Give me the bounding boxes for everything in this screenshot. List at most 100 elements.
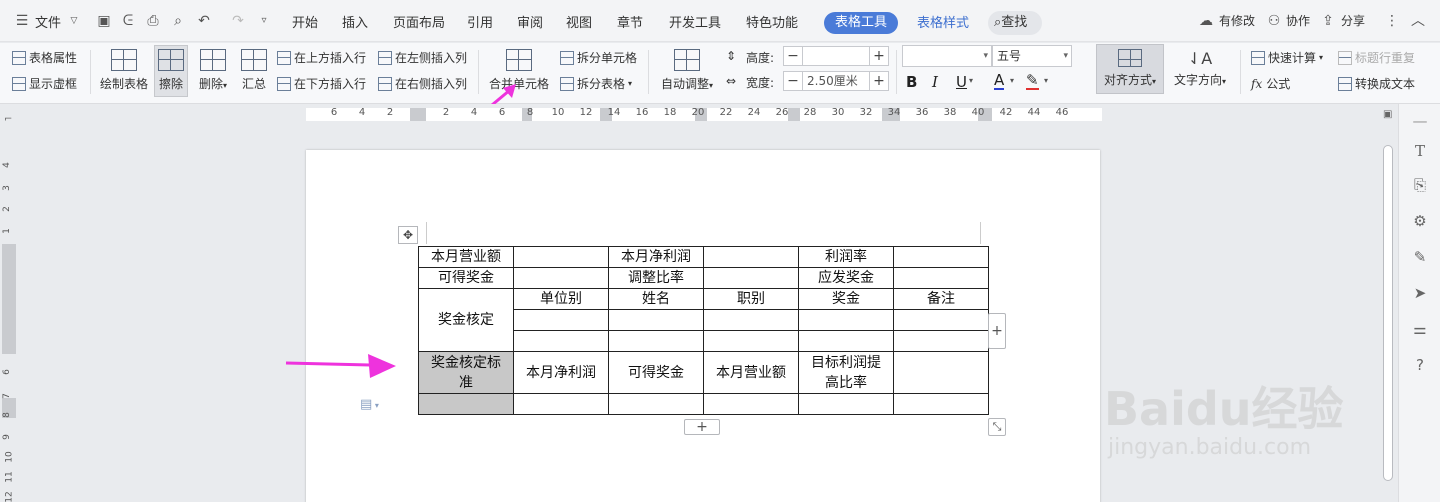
show-grid-button[interactable]: 显示虚框 [12,75,77,92]
draw-table-button[interactable]: 绘制表格 [98,49,150,92]
table-cell-selected[interactable] [418,393,514,415]
save-icon[interactable]: ▣ [96,13,112,29]
undo-icon[interactable]: ↶ [196,13,212,29]
quick-calc-button[interactable]: 快速计算 ▾ [1251,49,1323,66]
add-column-icon[interactable]: + [988,313,1006,349]
table-cell[interactable] [703,267,799,289]
table-cell[interactable]: 奖金 [798,288,894,310]
table-cell[interactable]: 本月净利润 [608,246,704,268]
collab-button[interactable]: 协作 [1286,12,1310,29]
table-cell[interactable]: 职别 [703,288,799,310]
repeat-title-button[interactable]: 标题行重复 [1338,49,1415,66]
redo-icon[interactable]: ↷ [230,13,246,29]
table-cell[interactable] [608,393,704,415]
insert-col-left-button[interactable]: 在左侧插入列 [378,49,467,66]
table-cell[interactable] [703,330,799,352]
table-cell[interactable]: 本月营业额 [418,246,514,268]
table-cell[interactable] [513,246,609,268]
convert-text-button[interactable]: 转换成文本 [1338,75,1415,92]
print-preview-icon[interactable]: ⌕ [170,13,186,29]
tab-references[interactable]: 引用 [467,12,493,31]
font-name-select[interactable]: ▾ [902,45,992,67]
table-cell[interactable]: 单位别 [513,288,609,310]
tab-start[interactable]: 开始 [292,12,318,31]
table-cell[interactable]: 姓名 [608,288,704,310]
table-cell[interactable] [513,267,609,289]
add-row-icon[interactable]: + [684,419,720,435]
minus-icon[interactable]: − [784,47,802,65]
width-input[interactable]: 2.50厘米 [802,72,870,90]
table-cell[interactable] [893,309,989,331]
table-cell[interactable] [608,330,704,352]
table-cell[interactable]: 利润率 [798,246,894,268]
table-cell[interactable]: 可得奖金 [608,351,704,394]
customize-icon[interactable]: ▿ [256,13,272,29]
collapse-icon[interactable]: — [1411,112,1429,130]
scroll-options-icon[interactable]: ▣ [1383,109,1392,120]
tab-review[interactable]: 审阅 [517,12,543,31]
modified-status[interactable]: 有修改 [1219,12,1255,29]
table-cell[interactable]: 调整比率 [608,267,704,289]
print-icon[interactable]: ⎙ [145,13,161,29]
insert-row-above-button[interactable]: 在上方插入行 [277,49,366,66]
table-cell[interactable] [893,267,989,289]
delete-button[interactable]: 删除▾ [195,49,231,92]
bold-button[interactable]: B [906,73,917,91]
page-settings-icon[interactable]: ⚙ [1411,212,1429,230]
collapse-ribbon-icon[interactable]: ︿ [1410,13,1426,29]
hamburger-icon[interactable]: ☰ [14,13,30,29]
summary-button[interactable]: 汇总 [240,49,268,92]
table-cell[interactable]: 目标利润提高比率 [798,351,894,394]
table-properties-button[interactable]: 表格属性 [12,49,77,66]
table-cell[interactable] [513,393,609,415]
document-table[interactable]: 本月营业额 本月净利润 利润率 可得奖金 调整比率 应发奖金 奖金核定 单位别 … [418,246,989,415]
table-cell[interactable]: 本月营业额 [703,351,799,394]
table-cell[interactable] [893,351,989,394]
minus-icon[interactable]: − [784,72,802,90]
highlight-icon[interactable]: ✎ [1026,72,1039,90]
table-cell[interactable] [798,309,894,331]
plus-icon[interactable]: + [870,72,888,90]
italic-button[interactable]: I [932,73,938,91]
table-cell[interactable] [608,309,704,331]
insert-row-below-button[interactable]: 在下方插入行 [277,75,366,92]
table-cell[interactable] [703,393,799,415]
table-cell[interactable] [798,330,894,352]
share-button[interactable]: 分享 [1341,12,1365,29]
align-button[interactable]: 对齐方式▾ [1096,44,1164,94]
pen-icon[interactable]: ✎ [1411,248,1429,266]
height-input[interactable] [802,47,870,65]
file-menu[interactable]: 文件 [35,12,61,31]
table-cell[interactable] [513,309,609,331]
search-button[interactable]: ⌕查找 [988,11,1042,35]
chevron-down-icon[interactable]: ▾ [1010,76,1014,85]
table-cell[interactable] [893,246,989,268]
underline-button[interactable]: U [956,73,967,91]
table-cell[interactable] [893,330,989,352]
document-icon[interactable]: ⎘ [1411,176,1429,194]
font-size-select[interactable]: 五号 ▾ [992,45,1072,67]
tab-developer[interactable]: 开发工具 [669,12,721,31]
table-cell[interactable] [703,309,799,331]
tab-page-layout[interactable]: 页面布局 [393,12,445,31]
text-style-icon[interactable]: T [1411,142,1429,160]
tab-chapter[interactable]: 章节 [617,12,643,31]
chevron-down-icon[interactable]: ▽ [66,13,82,29]
width-spinner[interactable]: −2.50厘米 + [783,71,889,91]
scrollbar-thumb[interactable] [1383,145,1393,481]
font-color-button[interactable]: A [994,73,1005,90]
split-table-button[interactable]: 拆分表格 ▾ [560,75,632,92]
tab-special[interactable]: 特色功能 [746,12,798,31]
table-cell[interactable] [798,393,894,415]
ruler-corner-icon[interactable]: ⌐ [4,114,12,125]
formula-button[interactable]: fx 公式 [1251,75,1290,92]
chevron-down-icon[interactable]: ▾ [1044,76,1048,85]
tab-insert[interactable]: 插入 [342,12,368,31]
height-spinner[interactable]: − + [783,46,889,66]
table-cell[interactable] [513,330,609,352]
tab-table-style[interactable]: 表格样式 [917,12,969,31]
resize-table-icon[interactable]: ⤡ [988,418,1006,436]
plus-icon[interactable]: + [870,47,888,65]
format-painter-icon[interactable]: ᕮ [120,13,136,29]
tab-table-tools[interactable]: 表格工具 [824,12,898,34]
